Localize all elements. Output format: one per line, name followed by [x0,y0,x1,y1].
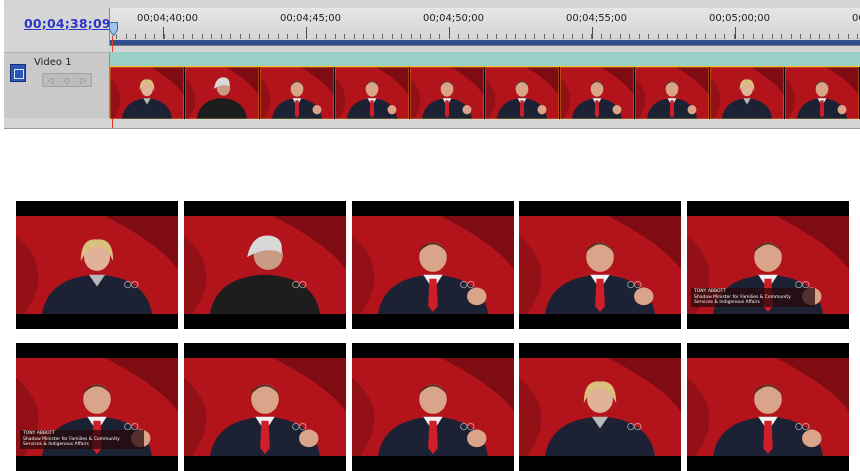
track-header-video-1[interactable]: Video 1 ◁ ◇ ▷ [4,52,110,118]
video-frame [184,343,346,471]
ruler-label: 00;04;55;00 [566,13,628,24]
frame-thumbnail-grid: TONY ABBOTT Shadow Minister for Families … [16,201,860,471]
frame-thumbnail [184,201,346,329]
track-opacity-strip [110,52,860,67]
video-frame [184,201,346,329]
timeline-panel: 00;04;38;09 00;04;40;00 00;04;45;00 00;0… [4,0,860,129]
ruler-label: 00;05;00;00 [709,13,771,24]
clip-frame [110,67,185,119]
timecode-display: 00;04;38;09 [4,8,111,46]
video-frame [519,201,681,329]
playhead-marker-icon[interactable] [109,22,118,36]
frame-thumbnail [687,343,849,471]
ruler-label: 00;04;40;00 [137,13,199,24]
ruler-label: 00;04;45;00 [280,13,342,24]
video-frame [687,201,849,329]
work-area-bar[interactable] [110,40,860,45]
clip-frame [185,67,260,119]
clip-frame [560,67,635,119]
clip-frame [335,67,410,119]
clip-frame [410,67,485,119]
frame-thumbnail [352,343,514,471]
frame-thumbnail [184,343,346,471]
frame-thumbnail: TONY ABBOTT Shadow Minister for Families … [687,201,849,329]
keyframe-navigator[interactable]: ◁ ◇ ▷ [42,73,92,87]
clip-frame [710,67,785,119]
video-track-lane[interactable] [110,52,860,119]
next-keyframe-icon[interactable]: ▷ [80,76,86,85]
frame-thumbnail [519,343,681,471]
ruler-label: 00;0 [852,13,860,24]
add-keyframe-icon[interactable]: ◇ [64,76,70,85]
video-frame [16,343,178,471]
caption-line: Services & Indigenous Affairs [694,300,760,306]
video-frame [352,343,514,471]
lower-third-caption: TONY ABBOTT Shadow Minister for Families … [20,430,144,449]
clip-frame [785,67,860,119]
video-frame [519,343,681,471]
video-frame [16,201,178,329]
clip-frame [260,67,335,119]
clip-frame [635,67,710,119]
video-frame [687,343,849,471]
clip-frame [485,67,560,119]
frame-thumbnail [352,201,514,329]
current-timecode[interactable]: 00;04;38;09 [24,16,111,31]
film-track-icon[interactable] [10,64,26,82]
frame-thumbnail: TONY ABBOTT Shadow Minister for Families … [16,343,178,471]
frame-thumbnail [16,201,178,329]
previous-keyframe-icon[interactable]: ◁ [48,76,54,85]
lower-third-caption: TONY ABBOTT Shadow Minister for Families … [691,288,815,307]
video-clip[interactable] [110,67,860,119]
ruler-label: 00;04;50;00 [423,13,485,24]
video-frame [352,201,514,329]
caption-line: Services & Indigenous Affairs [23,442,89,448]
frame-thumbnail [519,201,681,329]
track-name: Video 1 [34,57,72,68]
